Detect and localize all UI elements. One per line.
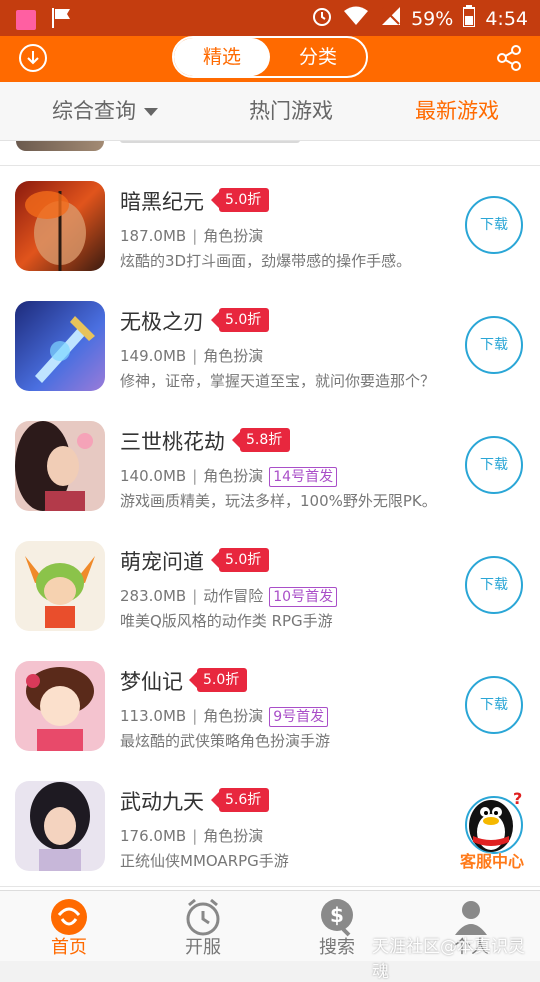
customer-service-button[interactable]: ? 客服中心 <box>455 786 529 871</box>
game-category: 角色扮演 <box>203 827 264 845</box>
tab-combined-query[interactable]: 综合查询 <box>52 82 158 140</box>
penguin-icon: ? <box>469 789 522 852</box>
list-item-partial <box>0 141 540 166</box>
launch-badge: 10号首发 <box>269 587 338 607</box>
nav-servers[interactable]: 开服 <box>136 891 270 961</box>
nav-servers-label: 开服 <box>185 937 221 958</box>
game-description: 游戏画质精美，玩法多样，100%野外无限PK。 <box>120 492 437 510</box>
download-manager-button[interactable] <box>18 43 48 73</box>
game-meta: 113.0MB | 角色扮演 9号首发 <box>120 705 329 727</box>
tab-latest-games[interactable]: 最新游戏 <box>415 82 499 140</box>
signal-icon <box>379 6 401 31</box>
game-meta: 140.0MB | 角色扮演 14号首发 <box>120 465 338 487</box>
game-size: 113.0MB <box>120 707 187 725</box>
game-meta: 149.0MB | 角色扮演 <box>120 347 264 365</box>
game-description: 最炫酷的武侠策略角色扮演手游 <box>120 732 331 750</box>
person-icon <box>455 901 487 935</box>
game-size: 176.0MB <box>120 827 187 845</box>
app-bar: 精选 分类 <box>0 36 540 82</box>
launch-badge: 9号首发 <box>269 707 329 727</box>
game-size: 140.0MB <box>120 467 187 485</box>
caret-down-icon <box>144 108 158 116</box>
list-item[interactable]: 暗黑纪元 5.0折 187.0MB | 角色扮演 炫酷的3D打斗画面，劲爆带感的操作… <box>0 166 540 287</box>
game-thumbnail[interactable] <box>15 661 105 751</box>
list-item[interactable]: 梦仙记 5.0折 113.0MB | 角色扮演 9号首发 最炫酷的武侠策略角色扮演手游… <box>0 646 540 767</box>
download-button[interactable]: 下载 <box>465 676 523 734</box>
tab-hot-games[interactable]: 热门游戏 <box>249 82 333 140</box>
share-icon <box>497 45 521 71</box>
game-meta: 283.0MB | 动作冒险 10号首发 <box>120 585 338 607</box>
discount-badge: 5.0折 <box>210 308 270 332</box>
game-thumbnail[interactable] <box>15 421 105 511</box>
game-description: 炫酷的3D打斗画面，劲爆带感的操作手感。 <box>120 252 412 270</box>
discount-badge: 5.6折 <box>210 788 270 812</box>
list-item[interactable]: 萌宠问道 5.0折 283.0MB | 动作冒险 10号首发 唯美Q版风格的动作类 R… <box>0 526 540 647</box>
alarm-icon <box>311 5 333 32</box>
dollar-search-icon: $ <box>321 899 353 937</box>
game-description: 正统仙侠MMOARPG手游 <box>120 852 289 870</box>
flag-icon <box>50 7 74 33</box>
discount-badge: 5.0折 <box>188 668 248 692</box>
svg-text:$: $ <box>330 903 344 927</box>
launch-badge: 14号首发 <box>269 467 338 487</box>
game-category: 角色扮演 <box>203 347 264 365</box>
list-item[interactable]: 三世桃花劫 5.8折 140.0MB | 角色扮演 14号首发 游戏画质精美，玩法多样… <box>0 406 540 527</box>
home-icon <box>51 899 87 935</box>
alarm-clock-icon <box>186 898 220 936</box>
svg-text:?: ? <box>513 789 522 808</box>
bag-icon <box>16 10 36 30</box>
clock-time: 4:54 <box>485 7 528 30</box>
customer-service-label: 客服中心 <box>459 852 524 871</box>
game-name: 暗黑纪元 <box>120 190 204 214</box>
game-category: 动作冒险 <box>203 587 264 605</box>
filter-tabs: 综合查询 热门游戏 最新游戏 <box>0 82 540 141</box>
game-size: 283.0MB <box>120 587 187 605</box>
battery-percent: 59% <box>411 7 454 30</box>
discount-badge: 5.8折 <box>231 428 291 452</box>
game-thumbnail[interactable] <box>15 181 105 271</box>
game-thumbnail[interactable] <box>15 781 105 871</box>
tab-combined-label: 综合查询 <box>52 99 136 123</box>
game-size: 149.0MB <box>120 347 187 365</box>
battery-icon <box>462 5 477 32</box>
game-category: 角色扮演 <box>203 227 264 245</box>
game-thumbnail[interactable] <box>15 541 105 631</box>
seg-featured[interactable]: 精选 <box>174 38 270 76</box>
game-thumbnail[interactable] <box>15 301 105 391</box>
game-meta: 187.0MB | 角色扮演 <box>120 227 264 245</box>
game-name: 武动九天 <box>120 790 204 814</box>
game-description: 修神，证帝，掌握天道至宝，就问你要造那个？ <box>120 372 436 390</box>
wifi-icon <box>343 6 369 31</box>
download-button[interactable]: 下载 <box>465 556 523 614</box>
download-button[interactable]: 下载 <box>465 436 523 494</box>
game-category: 角色扮演 <box>203 467 264 485</box>
game-name: 无极之刃 <box>120 310 204 334</box>
game-size: 187.0MB <box>120 227 187 245</box>
status-bar: 59% 4:54 <box>0 0 540 36</box>
nav-home[interactable]: 首页 <box>2 891 136 961</box>
download-button[interactable]: 下载 <box>465 316 523 374</box>
watermark: 天涯社区@本真识灵魂 <box>372 937 525 982</box>
discount-badge: 5.0折 <box>210 188 270 212</box>
nav-home-label: 首页 <box>51 937 87 958</box>
game-category: 角色扮演 <box>203 707 264 725</box>
share-button[interactable] <box>494 43 524 73</box>
download-circle-icon <box>19 44 47 72</box>
download-button[interactable]: 下载 <box>465 196 523 254</box>
segmented-control: 精选 分类 <box>172 36 368 78</box>
game-name: 梦仙记 <box>120 670 183 694</box>
game-name: 萌宠问道 <box>120 550 204 574</box>
discount-badge: 5.0折 <box>210 548 270 572</box>
seg-category[interactable]: 分类 <box>270 38 366 76</box>
game-list[interactable]: 暗黑纪元 5.0折 187.0MB | 角色扮演 炫酷的3D打斗画面，劲爆带感的操作… <box>0 141 540 890</box>
game-name: 三世桃花劫 <box>120 430 225 454</box>
list-item[interactable]: 无极之刃 5.0折 149.0MB | 角色扮演 修神，证帝，掌握天道至宝，就问你要… <box>0 286 540 407</box>
game-meta: 176.0MB | 角色扮演 <box>120 827 264 845</box>
game-description: 唯美Q版风格的动作类 RPG手游 <box>120 612 333 630</box>
